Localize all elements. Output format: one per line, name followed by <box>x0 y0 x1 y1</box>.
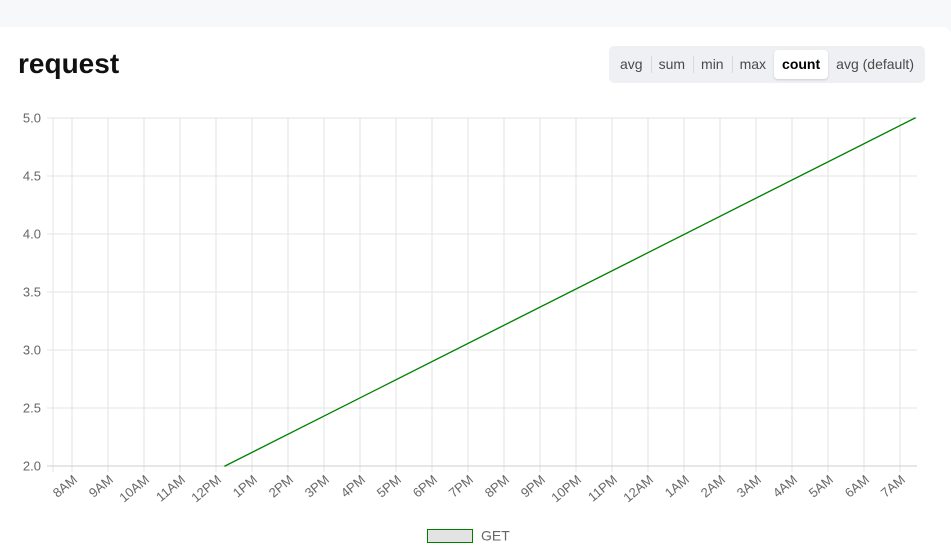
x-tick-label: 5AM <box>806 472 836 501</box>
data-point <box>224 465 226 467</box>
x-tick-label: 4AM <box>770 472 800 501</box>
y-axis: 5.0 4.5 4.0 3.5 3.0 2.5 2.0 <box>23 111 41 474</box>
x-tick-label: 10AM <box>116 472 152 505</box>
legend-swatch <box>427 529 473 543</box>
y-tick-label: 2.0 <box>23 459 41 474</box>
x-tick-label: 9AM <box>86 472 116 501</box>
y-tick-label: 5.0 <box>23 111 41 126</box>
x-tick-label: 1PM <box>230 472 260 501</box>
legend-label: GET <box>481 528 510 544</box>
x-tick-label: 8AM <box>50 472 80 501</box>
y-tick-label: 2.5 <box>23 401 41 416</box>
x-tick-label: 7PM <box>446 472 476 501</box>
y-tick-label: 4.5 <box>23 169 41 184</box>
chart-grid <box>47 117 917 472</box>
x-tick-label: 3AM <box>734 472 764 501</box>
y-tick-label: 3.5 <box>23 285 41 300</box>
data-point <box>914 117 916 119</box>
x-tick-label: 12AM <box>620 472 656 505</box>
x-tick-label: 11AM <box>153 472 188 505</box>
x-tick-label: 1AM <box>662 472 692 501</box>
x-tick-label: 6PM <box>410 472 440 501</box>
line-chart: 5.0 4.5 4.0 3.5 3.0 2.5 2.0 8AM 9AM 10AM 11AM 12PM… <box>23 111 917 544</box>
x-tick-label: 7AM <box>878 472 908 501</box>
x-tick-label: 2AM <box>698 472 728 501</box>
x-tick-label: 5PM <box>374 472 404 501</box>
x-tick-label: 10PM <box>548 472 584 505</box>
chart-legend[interactable]: GET <box>427 528 511 544</box>
x-axis: 8AM 9AM 10AM 11AM 12PM 1PM 2PM 3PM 4PM 5PM 6PM 7PM 8… <box>50 472 908 505</box>
x-tick-label: 11PM <box>585 472 620 505</box>
x-tick-label: 6AM <box>842 472 872 501</box>
x-tick-label: 2PM <box>266 472 296 501</box>
x-tick-label: 12PM <box>188 472 224 505</box>
y-tick-label: 3.0 <box>23 343 41 358</box>
x-tick-label: 8PM <box>482 472 512 501</box>
x-tick-label: 4PM <box>338 472 368 501</box>
x-tick-label: 9PM <box>518 472 548 501</box>
x-tick-label: 3PM <box>302 472 332 501</box>
y-tick-label: 4.0 <box>23 227 41 242</box>
